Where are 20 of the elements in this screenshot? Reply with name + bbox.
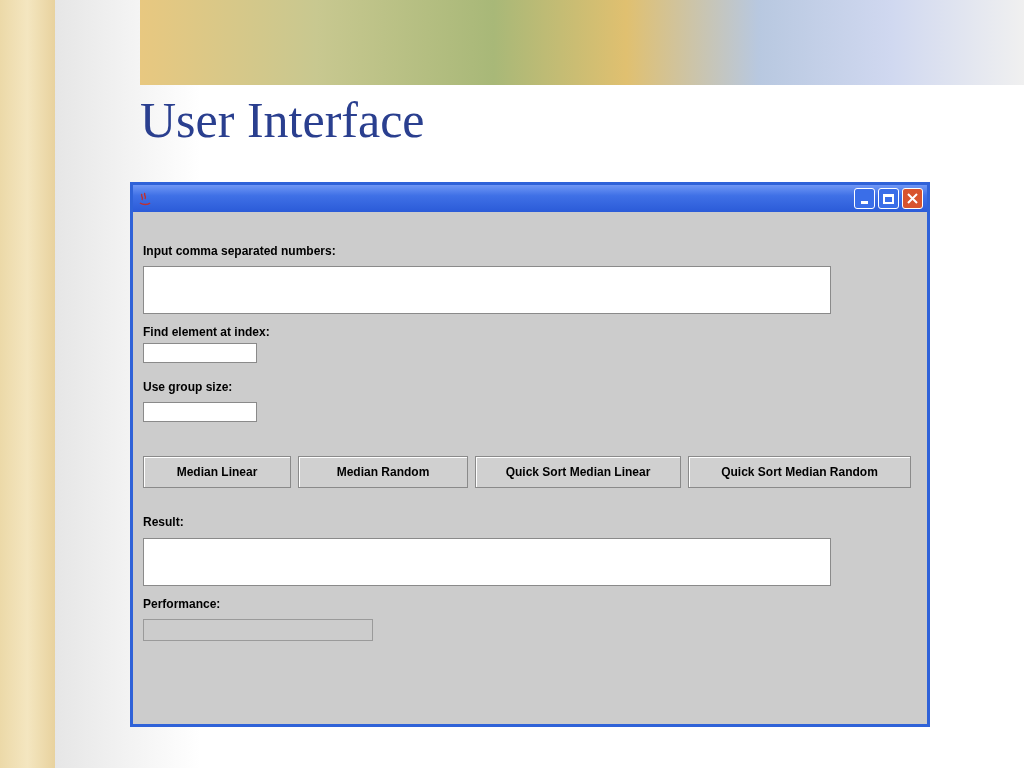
field-label: Use group size: (143, 381, 234, 393)
maximize-button[interactable] (878, 188, 899, 209)
group-size-input-field[interactable] (143, 402, 257, 422)
close-button[interactable] (902, 188, 923, 209)
action-button[interactable]: Median Linear (143, 456, 291, 488)
minimize-icon (861, 201, 868, 204)
app-icon (137, 190, 153, 207)
action-button[interactable]: Quick Sort Median Linear (475, 456, 681, 488)
field-label: Performance: (143, 598, 222, 610)
field-label: Input comma separated numbers: (143, 245, 337, 257)
action-button[interactable]: Median Random (298, 456, 468, 488)
field-label: Find element at index: (143, 326, 271, 338)
minimize-button[interactable] (854, 188, 875, 209)
numbers-input-field[interactable] (143, 266, 831, 314)
close-icon (907, 193, 918, 204)
action-button[interactable]: Quick Sort Median Random (688, 456, 911, 488)
maximize-icon (883, 193, 894, 204)
index-input-field[interactable] (143, 343, 257, 363)
slide-title: User Interface (140, 95, 426, 145)
field-label: Result: (143, 516, 185, 528)
